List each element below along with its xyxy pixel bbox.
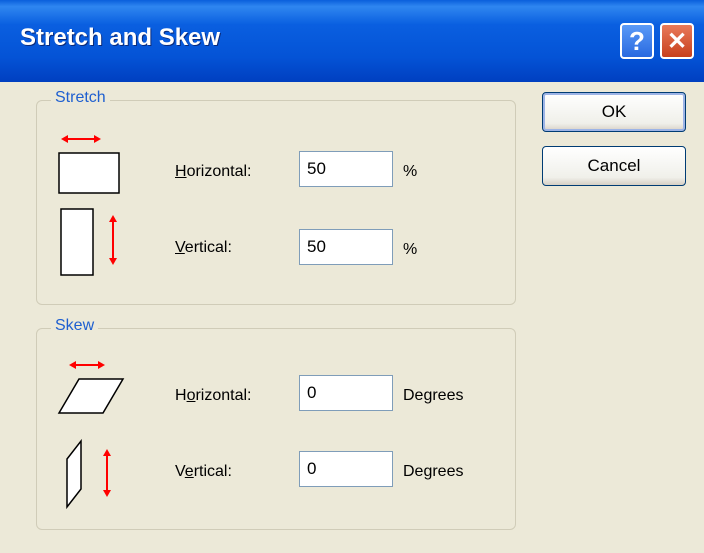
skew-vertical-icon [66, 438, 111, 510]
close-button[interactable]: ✕ [660, 23, 694, 59]
skew-group: Skew Horizontal: 0 Degrees Vertical: 0 D… [36, 317, 516, 530]
window-title: Stretch and Skew [20, 24, 221, 51]
stretch-horizontal-mnemonic: H [175, 163, 187, 180]
skew-vertical-input[interactable]: 0 [299, 451, 393, 487]
skew-horizontal-label-text: rizontal: [195, 387, 252, 404]
dialog-body: Stretch Horizontal: 50 % Vertical: 50 % … [0, 82, 704, 553]
skew-horizontal-input[interactable]: 0 [299, 375, 393, 411]
stretch-group-label: Stretch [51, 89, 110, 107]
skew-horizontal-icon [57, 361, 125, 414]
stretch-horizontal-icon [58, 135, 120, 194]
stretch-horizontal-input[interactable]: 50 [299, 151, 393, 187]
help-button[interactable]: ? [620, 23, 654, 59]
stretch-vertical-label: Vertical: [175, 239, 232, 257]
skew-horizontal-label: Horizontal: [175, 387, 252, 405]
skew-vertical-label-text: rtical: [193, 463, 232, 480]
stretch-vertical-label-text: ertical: [184, 239, 232, 256]
skew-vertical-unit: Degrees [403, 463, 464, 480]
skew-horizontal-label-prefix: H [175, 387, 187, 404]
cancel-button[interactable]: Cancel [542, 146, 686, 186]
help-icon: ? [629, 25, 645, 56]
skew-horizontal-unit: Degrees [403, 387, 464, 404]
stretch-horizontal-label: Horizontal: [175, 163, 251, 181]
stretch-vertical-unit: % [403, 241, 418, 258]
skew-group-label: Skew [51, 317, 99, 335]
skew-vertical-mnemonic: e [184, 463, 194, 480]
stretch-vertical-mnemonic: V [175, 239, 185, 256]
stretch-vertical-input[interactable]: 50 [299, 229, 393, 265]
stretch-horizontal-unit: % [403, 163, 418, 180]
skew-vertical-label: Vertical: [175, 463, 232, 481]
stretch-horizontal-label-text: orizontal: [186, 163, 252, 180]
stretch-group: Stretch Horizontal: 50 % Vertical: 50 % [36, 89, 516, 305]
title-bar[interactable]: Stretch and Skew ? ✕ [0, 0, 704, 82]
stretch-vertical-icon [60, 208, 117, 276]
close-icon: ✕ [666, 27, 688, 55]
skew-vertical-label-prefix: V [175, 463, 185, 480]
ok-button[interactable]: OK [542, 92, 686, 132]
